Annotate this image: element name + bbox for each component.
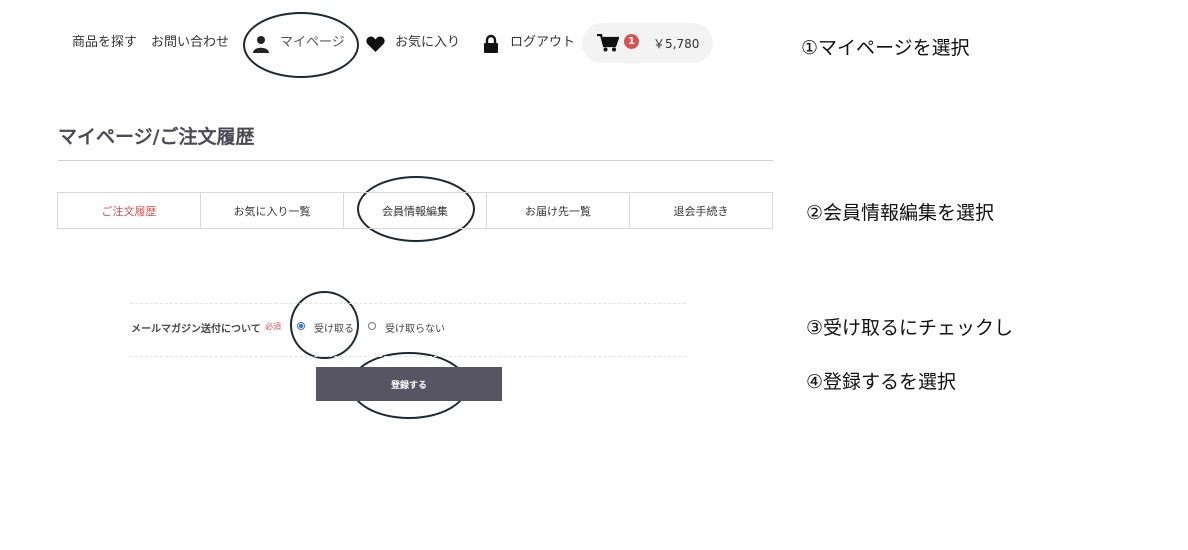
nav-favorites[interactable]: お気に入り bbox=[395, 33, 460, 53]
page-title: マイページ/ご注文履歴 bbox=[58, 126, 255, 148]
tab-favorites-list[interactable]: お気に入り一覧 bbox=[201, 193, 344, 228]
heart-icon[interactable] bbox=[366, 36, 385, 57]
cart-icon[interactable] bbox=[597, 33, 620, 56]
annotation-ellipse-mypage bbox=[243, 12, 359, 78]
tab-member-info-edit[interactable]: 会員情報編集 bbox=[344, 193, 487, 228]
step-3-text: ③受け取るにチェックし bbox=[806, 317, 1014, 339]
mypage-tabs: ご注文履歴 お気に入り一覧 会員情報編集 お届け先一覧 退会手続き bbox=[57, 192, 773, 229]
cart-total: ￥5,780 bbox=[653, 37, 700, 51]
radio-receive[interactable] bbox=[297, 322, 305, 330]
step-2-text: ②会員情報編集を選択 bbox=[806, 202, 995, 224]
nav-logout[interactable]: ログアウト bbox=[510, 33, 575, 53]
step-4-text: ④登録するを選択 bbox=[806, 371, 957, 393]
tab-withdrawal[interactable]: 退会手続き bbox=[630, 193, 772, 228]
title-divider bbox=[58, 160, 773, 161]
lock-icon[interactable] bbox=[483, 34, 499, 58]
tab-order-history[interactable]: ご注文履歴 bbox=[58, 193, 201, 228]
newsletter-label: メールマガジン送付について bbox=[131, 324, 261, 335]
radio-not-receive-label[interactable]: 受け取らない bbox=[385, 320, 445, 335]
nav-search-products[interactable]: 商品を探す bbox=[72, 33, 137, 53]
required-badge: 必須 bbox=[265, 322, 281, 331]
form-divider-top bbox=[130, 303, 686, 304]
radio-not-receive[interactable] bbox=[368, 322, 376, 330]
tab-delivery-addresses[interactable]: お届け先一覧 bbox=[487, 193, 630, 228]
cart-count-badge: 1 bbox=[624, 34, 639, 49]
register-button[interactable]: 登録する bbox=[316, 367, 502, 401]
radio-receive-label[interactable]: 受け取る bbox=[314, 320, 354, 335]
step-1-text: ①マイページを選択 bbox=[801, 37, 970, 59]
form-divider-bottom bbox=[130, 356, 686, 357]
nav-contact[interactable]: お問い合わせ bbox=[151, 33, 229, 53]
